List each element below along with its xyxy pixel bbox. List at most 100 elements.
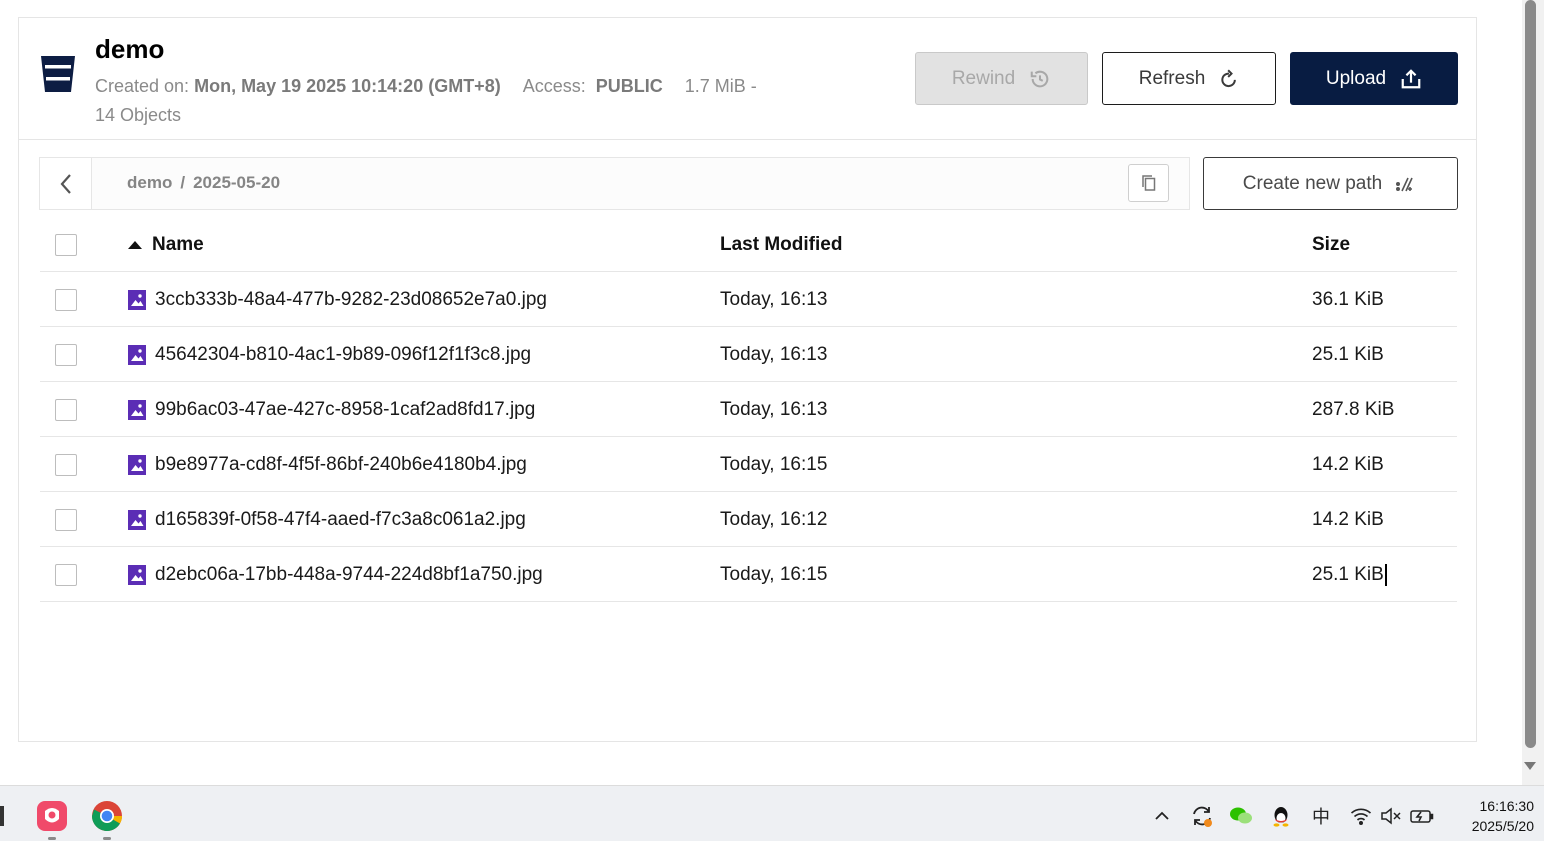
access-label: Access: bbox=[522, 76, 586, 96]
modified-value: Today, 16:15 bbox=[720, 563, 828, 585]
battery-icon[interactable] bbox=[1410, 804, 1434, 828]
ime-indicator[interactable]: 中 bbox=[1309, 804, 1333, 828]
volume-muted-icon[interactable] bbox=[1379, 804, 1403, 828]
modified-cell: Today, 16:13 bbox=[720, 382, 827, 437]
bucket-icon bbox=[41, 56, 75, 92]
size-value: 25.1 KiB bbox=[1312, 343, 1384, 365]
modified-cell: Today, 16:12 bbox=[720, 492, 827, 547]
size-summary: 1.7 MiB - bbox=[684, 76, 757, 96]
size-cell: 14.2 KiB bbox=[1312, 437, 1384, 492]
modified-column-header[interactable]: Last Modified bbox=[720, 217, 842, 272]
size-value: 36.1 KiB bbox=[1312, 288, 1384, 310]
wifi-icon[interactable] bbox=[1349, 804, 1373, 828]
table-row[interactable]: 3ccb333b-48a4-477b-9282-23d08652e7a0.jpg… bbox=[40, 272, 1457, 327]
row-checkbox[interactable] bbox=[55, 289, 77, 311]
modified-header-label: Last Modified bbox=[720, 233, 843, 255]
taskbar-pink-app-icon[interactable] bbox=[36, 800, 68, 832]
image-file-icon bbox=[128, 454, 146, 475]
text-cursor bbox=[1384, 563, 1387, 586]
table-row[interactable]: d165839f-0f58-47f4-aaed-f7c3a8c061a2.jpg… bbox=[40, 492, 1457, 547]
wechat-icon[interactable] bbox=[1229, 804, 1253, 828]
qq-icon[interactable] bbox=[1269, 804, 1293, 828]
size-value: 14.2 KiB bbox=[1312, 453, 1384, 475]
breadcrumb-root[interactable]: demo bbox=[127, 173, 172, 193]
file-name: d2ebc06a-17bb-448a-9744-224d8bf1a750.jpg bbox=[155, 563, 543, 585]
size-cell: 25.1 KiB bbox=[1312, 547, 1387, 602]
scrollbar-thumb[interactable] bbox=[1525, 0, 1536, 748]
taskbar-app-icon[interactable] bbox=[0, 800, 12, 832]
sort-ascending-icon bbox=[128, 240, 142, 249]
modified-value: Today, 16:13 bbox=[720, 398, 828, 420]
row-checkbox[interactable] bbox=[55, 399, 77, 421]
table-row[interactable]: b9e8977a-cd8f-4f5f-86bf-240b6e4180b4.jpg… bbox=[40, 437, 1457, 492]
file-name: 3ccb333b-48a4-477b-9282-23d08652e7a0.jpg bbox=[155, 288, 547, 310]
table-row[interactable]: 99b6ac03-47ae-427c-8958-1caf2ad8fd17.jpg… bbox=[40, 382, 1457, 437]
page-scrollbar[interactable] bbox=[1522, 0, 1544, 785]
modified-cell: Today, 16:15 bbox=[720, 437, 827, 492]
size-column-header[interactable]: Size bbox=[1312, 217, 1350, 272]
modified-cell: Today, 16:13 bbox=[720, 272, 827, 327]
row-checkbox[interactable] bbox=[55, 344, 77, 366]
size-cell: 14.2 KiB bbox=[1312, 492, 1384, 547]
rewind-button[interactable]: Rewind bbox=[915, 52, 1088, 105]
breadcrumb-separator: / bbox=[180, 173, 186, 192]
rewind-label: Rewind bbox=[951, 67, 1016, 89]
chevron-up-icon[interactable] bbox=[1150, 804, 1174, 828]
row-checkbox[interactable] bbox=[55, 509, 77, 531]
modified-value: Today, 16:13 bbox=[720, 343, 828, 365]
file-name-cell[interactable]: b9e8977a-cd8f-4f5f-86bf-240b6e4180b4.jpg bbox=[128, 437, 527, 492]
refresh-label: Refresh bbox=[1138, 67, 1206, 89]
size-cell: 36.1 KiB bbox=[1312, 272, 1384, 327]
taskbar-running-indicator bbox=[48, 837, 56, 840]
modified-value: Today, 16:15 bbox=[720, 453, 828, 475]
file-name: d165839f-0f58-47f4-aaed-f7c3a8c061a2.jpg bbox=[155, 508, 526, 530]
new-path-icon bbox=[1396, 177, 1413, 191]
size-cell: 25.1 KiB bbox=[1312, 327, 1384, 382]
table-row[interactable]: 45642304-b810-4ac1-9b89-096f12f1f3c8.jpg… bbox=[40, 327, 1457, 382]
copy-path-button[interactable] bbox=[1128, 164, 1169, 202]
modified-cell: Today, 16:15 bbox=[720, 547, 827, 602]
name-header-label: Name bbox=[152, 233, 204, 255]
created-value: Mon, May 19 2025 10:14:20 (GMT+8) bbox=[194, 76, 501, 96]
breadcrumb-current[interactable]: 2025-05-20 bbox=[193, 173, 280, 193]
objects-table: Name Last Modified Size 3ccb333b-48a4-47… bbox=[40, 217, 1457, 602]
bucket-meta: Created on: Mon, May 19 2025 10:14:20 (G… bbox=[95, 72, 855, 130]
path-bar: demo / 2025-05-20 bbox=[39, 157, 1190, 210]
file-name-cell[interactable]: 45642304-b810-4ac1-9b89-096f12f1f3c8.jpg bbox=[128, 327, 531, 382]
size-value: 25.1 KiB bbox=[1312, 563, 1384, 585]
bucket-title: demo bbox=[95, 34, 165, 64]
row-checkbox[interactable] bbox=[55, 454, 77, 476]
bucket-header: demo Created on: Mon, May 19 2025 10:14:… bbox=[18, 17, 1477, 140]
image-file-icon bbox=[128, 344, 146, 365]
file-name-cell[interactable]: d165839f-0f58-47f4-aaed-f7c3a8c061a2.jpg bbox=[128, 492, 526, 547]
file-name-cell[interactable]: d2ebc06a-17bb-448a-9744-224d8bf1a750.jpg bbox=[128, 547, 543, 602]
refresh-icon bbox=[1221, 69, 1237, 87]
file-name: b9e8977a-cd8f-4f5f-86bf-240b6e4180b4.jpg bbox=[155, 453, 527, 475]
create-path-label: Create new path bbox=[1242, 172, 1383, 194]
image-file-icon bbox=[128, 509, 146, 530]
modified-value: Today, 16:12 bbox=[720, 508, 828, 530]
system-clock[interactable]: 16:16:30 2025/5/20 bbox=[1440, 796, 1534, 836]
file-name: 45642304-b810-4ac1-9b89-096f12f1f3c8.jpg bbox=[155, 343, 532, 365]
sync-icon[interactable] bbox=[1190, 804, 1214, 828]
object-browser-page: demo Created on: Mon, May 19 2025 10:14:… bbox=[0, 0, 1522, 785]
modified-cell: Today, 16:13 bbox=[720, 327, 827, 382]
back-button[interactable] bbox=[40, 158, 92, 209]
size-value: 14.2 KiB bbox=[1312, 508, 1384, 530]
size-value: 287.8 KiB bbox=[1312, 398, 1395, 420]
refresh-button[interactable]: Refresh bbox=[1102, 52, 1276, 105]
create-new-path-button[interactable]: Create new path bbox=[1203, 157, 1458, 210]
name-column-header[interactable]: Name bbox=[128, 217, 204, 272]
table-row[interactable]: d2ebc06a-17bb-448a-9744-224d8bf1a750.jpg… bbox=[40, 547, 1457, 602]
upload-button[interactable]: Upload bbox=[1290, 52, 1458, 105]
scroll-down-arrow-icon[interactable] bbox=[1524, 762, 1536, 770]
modified-value: Today, 16:13 bbox=[720, 288, 828, 310]
file-name-cell[interactable]: 3ccb333b-48a4-477b-9282-23d08652e7a0.jpg bbox=[128, 272, 547, 327]
image-file-icon bbox=[128, 289, 146, 310]
file-name-cell[interactable]: 99b6ac03-47ae-427c-8958-1caf2ad8fd17.jpg bbox=[128, 382, 535, 437]
row-checkbox[interactable] bbox=[55, 564, 77, 586]
file-name: 99b6ac03-47ae-427c-8958-1caf2ad8fd17.jpg bbox=[155, 398, 536, 420]
os-taskbar: 中 16:16:30 2025/5/20 bbox=[0, 785, 1544, 841]
select-all-checkbox[interactable] bbox=[55, 234, 77, 256]
chrome-icon[interactable] bbox=[91, 800, 123, 832]
